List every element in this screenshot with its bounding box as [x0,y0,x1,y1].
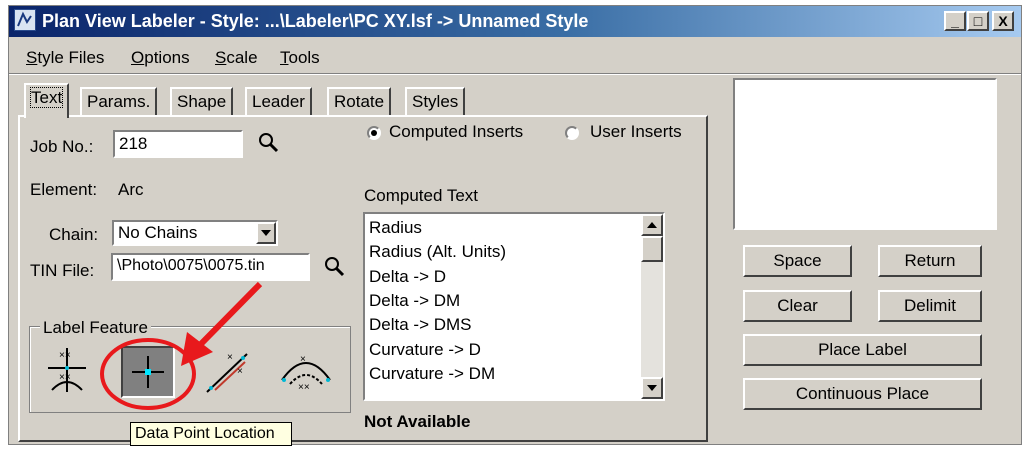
list-item[interactable]: Delta -> D [369,267,446,287]
chevron-down-icon[interactable] [256,222,276,244]
chain-select-value: No Chains [118,223,198,242]
menu-options[interactable]: Options [131,48,190,68]
tooltip: Data Point Location [130,422,292,446]
computed-inserts-radio[interactable] [367,126,381,140]
space-button[interactable]: Space [743,245,852,277]
job-label: Job No.: [30,137,94,156]
tab-params[interactable]: Params. [80,87,158,117]
element-label: Element: [30,180,98,199]
tab-styles[interactable]: Styles [405,87,466,117]
return-button[interactable]: Return [878,245,982,277]
list-item[interactable]: Delta -> DMS [369,315,472,335]
list-item[interactable]: Delta -> DM [369,291,460,311]
list-item[interactable]: Curvature -> D [369,340,481,360]
svg-text:××: ×× [59,350,71,361]
scroll-down-icon[interactable] [641,377,663,399]
maximize-button[interactable]: □ [967,11,989,31]
not-available-text: Not Available [364,412,471,431]
user-inserts-label[interactable]: User Inserts [590,122,682,142]
element-value: Arc [118,180,144,199]
svg-text:×: × [300,354,306,365]
list-item[interactable]: Radius [369,218,422,238]
minimize-button[interactable]: _ [944,11,966,31]
list-item[interactable]: Curvature -> DM [369,364,495,384]
preview-box [733,78,997,230]
tab-text[interactable]: Text [24,83,70,118]
svg-text:××: ×× [59,372,71,383]
app-icon [14,9,36,31]
chain-label: Chain: [49,225,99,244]
user-inserts-radio[interactable] [565,126,579,140]
label-feature-point-icon[interactable]: ×× ×× [44,344,90,401]
tin-search-icon[interactable] [324,256,346,283]
close-button[interactable]: X [992,11,1014,31]
menu-divider [9,73,1021,75]
tin-label: TIN File: [30,261,95,280]
scroll-thumb[interactable] [641,236,663,262]
computed-text-label: Computed Text [364,186,479,205]
window-title: Plan View Labeler - Style: ...\Labeler\P… [42,11,589,31]
continuous-place-button[interactable]: Continuous Place [743,378,982,410]
place-label-button[interactable]: Place Label [743,334,982,366]
computed-inserts-label[interactable]: Computed Inserts [389,122,523,142]
computed-text-list[interactable]: Radius Radius (Alt. Units) Delta -> D De… [363,212,665,401]
job-search-icon[interactable] [258,132,280,159]
chain-select[interactable]: No Chains [112,220,278,246]
menu-tools[interactable]: Tools [280,48,320,68]
list-item[interactable]: Radius (Alt. Units) [369,242,506,262]
tab-shape[interactable]: Shape [170,87,234,117]
label-feature-curve-icon[interactable]: ×× × [276,346,336,403]
menu-scale[interactable]: Scale [215,48,258,68]
menu-style-files[interactable]: Style Files [26,48,104,68]
annotation-arrow-icon [100,281,263,410]
job-input[interactable]: 218 [113,130,243,158]
delimit-button[interactable]: Delimit [878,290,982,322]
list-scrollbar[interactable] [641,214,663,399]
svg-text:××: ×× [298,382,310,393]
scroll-up-icon[interactable] [641,214,663,236]
tab-leader[interactable]: Leader [245,87,312,117]
tab-rotate[interactable]: Rotate [327,87,392,117]
clear-button[interactable]: Clear [743,290,852,322]
